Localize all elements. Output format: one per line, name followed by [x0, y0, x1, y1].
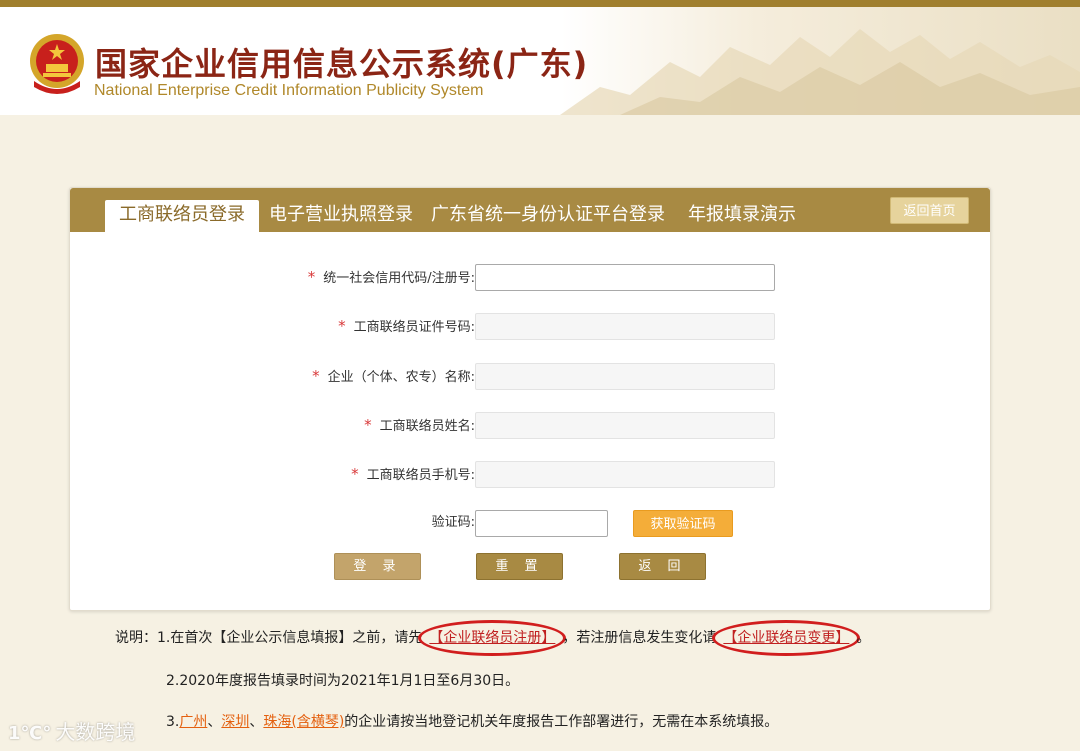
id-number-label: * 工商联络员证件号码:: [338, 317, 475, 335]
change-link-annotation: 【企业联络员变更】: [712, 620, 861, 656]
watermark: 1℃° 大数跨境: [8, 716, 135, 745]
reset-button[interactable]: 重 置: [476, 553, 563, 580]
company-name-input[interactable]: [475, 363, 775, 390]
tab-gd-identity-login[interactable]: 广东省统一身份认证平台登录: [431, 200, 665, 232]
note-line-2: 2.2020年度报告填录时间为2021年1月1日至6月30日。: [166, 673, 520, 689]
form-row-liaison-phone: * 工商联络员手机号:: [70, 461, 990, 491]
site-title: 国家企业信用信息公示系统(广东): [95, 45, 589, 83]
login-tab-bar: 工商联络员登录 电子营业执照登录 广东省统一身份认证平台登录 年报填录演示 返回…: [70, 188, 990, 232]
back-button[interactable]: 返 回: [619, 553, 706, 580]
note-line-3: 3.广州、深圳、珠海(含横琴)的企业请按当地登记机关年度报告工作部署进行，无需在…: [166, 714, 779, 730]
site-subtitle: National Enterprise Credit Information P…: [94, 82, 484, 99]
site-header: 国家企业信用信息公示系统(广东) National Enterprise Cre…: [0, 7, 1080, 115]
form-row-company-name: * 企业（个体、农专）名称:: [70, 363, 990, 393]
company-name-label: * 企业（个体、农专）名称:: [312, 367, 475, 385]
form-row-liaison-name: * 工商联络员姓名:: [70, 412, 990, 442]
national-emblem-icon: [30, 34, 84, 94]
mountain-illustration: [560, 29, 1080, 115]
tab-annual-report-demo[interactable]: 年报填录演示: [688, 200, 796, 232]
tab-liaison-login[interactable]: 工商联络员登录: [105, 200, 259, 232]
register-link-annotation: 【企业联络员注册】: [418, 620, 567, 656]
liaison-register-link[interactable]: 【企业联络员注册】: [429, 630, 555, 646]
captcha-input[interactable]: [475, 510, 608, 537]
form-row-captcha: 验证码: 获取验证码: [70, 510, 990, 540]
guangzhou-link[interactable]: 广州: [179, 714, 207, 730]
credit-code-input[interactable]: [475, 264, 775, 291]
note-line-1: 说明：1.在首次【企业公示信息填报】之前，请先 【企业联络员注册】 ，若注册信息发生…: [115, 620, 870, 656]
credit-code-label: * 统一社会信用代码/注册号:: [307, 268, 475, 286]
required-mark: *: [338, 317, 346, 335]
required-mark: *: [312, 367, 320, 385]
form-row-id-number: * 工商联络员证件号码:: [70, 313, 990, 343]
id-number-input[interactable]: [475, 313, 775, 340]
liaison-name-label: * 工商联络员姓名:: [364, 416, 475, 434]
required-mark: *: [351, 465, 359, 483]
liaison-phone-label: * 工商联络员手机号:: [351, 465, 475, 483]
liaison-change-link[interactable]: 【企业联络员变更】: [723, 630, 849, 646]
zhuhai-link[interactable]: 珠海(含横琴): [263, 714, 344, 730]
liaison-phone-input[interactable]: [475, 461, 775, 488]
required-mark: *: [364, 416, 372, 434]
top-accent-bar: [0, 0, 1080, 7]
login-panel: 工商联络员登录 电子营业执照登录 广东省统一身份认证平台登录 年报填录演示 返回…: [69, 187, 991, 611]
required-mark: *: [307, 268, 316, 286]
captcha-label: 验证码:: [431, 515, 475, 530]
watermark-logo: 1℃°: [8, 723, 52, 744]
form-row-credit-code: * 统一社会信用代码/注册号:: [70, 264, 990, 294]
shenzhen-link[interactable]: 深圳: [221, 714, 249, 730]
login-button[interactable]: 登 录: [334, 553, 421, 580]
get-captcha-button[interactable]: 获取验证码: [633, 510, 733, 537]
tab-e-license-login[interactable]: 电子营业执照登录: [269, 200, 413, 232]
watermark-text: 大数跨境: [55, 720, 136, 744]
liaison-name-input[interactable]: [475, 412, 775, 439]
return-home-button[interactable]: 返回首页: [890, 197, 969, 224]
